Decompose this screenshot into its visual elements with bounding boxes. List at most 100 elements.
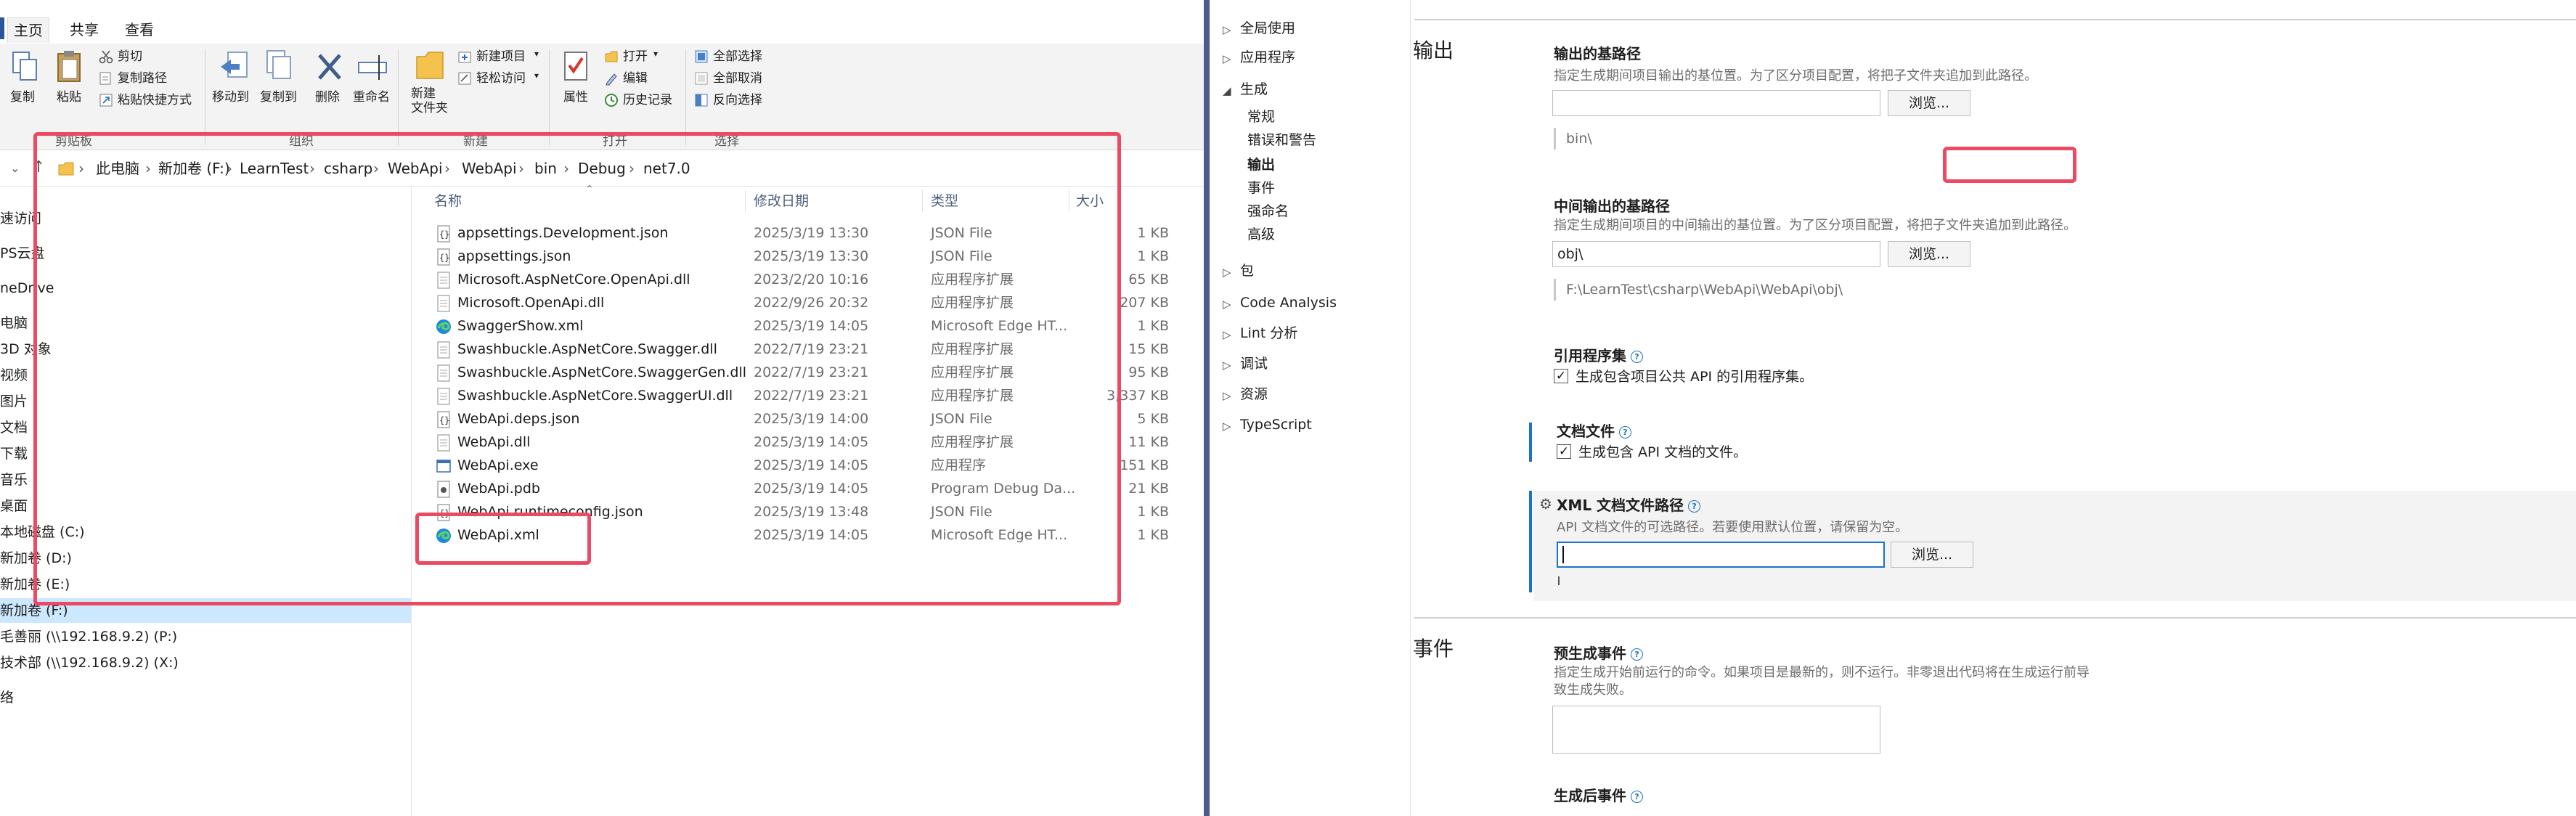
info-icon[interactable]: ? (1631, 648, 1643, 661)
expand-arrow-icon[interactable]: ▷ (1223, 52, 1231, 65)
tree-item-package[interactable]: 包 (1240, 264, 1254, 278)
nav-item[interactable]: 文档 (0, 415, 411, 440)
browse-button[interactable]: 浏览... (1888, 241, 1970, 267)
open-button[interactable]: 打开 (623, 51, 648, 63)
nav-item[interactable]: 3D 对象 (0, 337, 411, 362)
file-row[interactable]: {} WebApi.deps.json 2025/3/19 14:00 JSON Fi… (428, 408, 1169, 431)
address-bar[interactable]: ⌄ ↑ › 此电脑 › 新加卷 (F:) › LearnTest › cshar… (0, 152, 1204, 187)
move-to-icon[interactable] (218, 49, 250, 84)
breadcrumb-item[interactable]: Debug (578, 161, 626, 176)
column-header-type[interactable]: 类型 (931, 195, 958, 208)
tree-item-events[interactable]: 事件 (1247, 181, 1275, 195)
properties-button[interactable]: 属性 (563, 91, 588, 104)
tree-item-global[interactable]: 全局使用 (1240, 22, 1295, 36)
file-row[interactable]: {} appsettings.json 2025/3/19 13:30 JSON Fi… (428, 245, 1169, 269)
nav-item[interactable]: 新加卷 (E:) (0, 572, 411, 597)
expand-arrow-icon[interactable]: ▷ (1223, 420, 1231, 433)
nav-item[interactable]: neDrive (0, 276, 411, 301)
column-header-name[interactable]: 名称 (434, 195, 462, 208)
properties-icon[interactable] (562, 49, 590, 83)
file-row[interactable]: WebApi.xml 2025/3/19 14:05 Microsoft Edge … (428, 524, 1169, 547)
file-row[interactable]: WebApi.exe 2025/3/19 14:05 应用程序 151 KB (428, 454, 1169, 478)
file-row[interactable]: Microsoft.AspNetCore.OpenApi.dll 2023/2/2… (428, 269, 1169, 292)
nav-item[interactable]: 新加卷 (D:) (0, 546, 411, 571)
file-menu-tab[interactable] (0, 17, 4, 39)
select-none-button[interactable]: 全部取消 (713, 73, 762, 85)
file-row[interactable]: WebApi.pdb 2025/3/19 14:05 Program Debug D… (428, 478, 1169, 501)
select-all-button[interactable]: 全部选择 (713, 51, 762, 63)
edit-button[interactable]: 编辑 (623, 73, 648, 85)
nav-item[interactable]: 络 (0, 685, 411, 710)
tree-item-advanced[interactable]: 高级 (1247, 228, 1275, 242)
file-row[interactable]: Swashbuckle.AspNetCore.SwaggerGen.dll 202… (428, 362, 1169, 385)
nav-item[interactable]: 本地磁盘 (C:) (0, 520, 411, 544)
breadcrumb-item[interactable]: WebApi (462, 161, 517, 176)
tree-item-output[interactable]: 输出 (1247, 158, 1275, 172)
collapse-arrow-icon[interactable]: ◢ (1223, 84, 1231, 97)
nav-item[interactable]: 桌面 (0, 494, 411, 518)
copy-icon[interactable] (12, 51, 39, 83)
copy-button[interactable]: 复制 (10, 91, 35, 104)
breadcrumb-item[interactable]: LearnTest (240, 161, 309, 176)
nav-item[interactable]: 图片 (0, 389, 411, 414)
xml-path-input[interactable] (1557, 542, 1885, 568)
column-header-date[interactable]: 修改日期 (754, 195, 809, 208)
delete-icon[interactable] (315, 51, 344, 83)
nav-item[interactable]: PS云盘 (0, 241, 411, 266)
column-header-size[interactable]: 大小 (1076, 195, 1104, 208)
info-icon[interactable]: ? (1688, 500, 1701, 513)
base-output-input[interactable] (1552, 90, 1880, 116)
copy-path-button[interactable]: 复制路径 (118, 73, 167, 85)
up-arrow-icon[interactable]: ↑ (32, 160, 45, 176)
tab-view[interactable]: 查看 (119, 17, 160, 42)
rename-button[interactable]: 重命名 (353, 91, 390, 104)
tree-item-errors[interactable]: 错误和警告 (1247, 134, 1316, 147)
tab-home[interactable]: 主页 (7, 17, 49, 43)
cut-button[interactable]: 剪切 (118, 51, 142, 63)
copy-to-icon[interactable] (263, 49, 295, 84)
tree-item-code-analysis[interactable]: Code Analysis (1240, 296, 1337, 310)
rename-icon[interactable] (357, 51, 389, 83)
new-folder-icon[interactable] (415, 49, 444, 81)
expand-arrow-icon[interactable]: ▷ (1223, 23, 1231, 36)
file-row[interactable]: {} WebApi.runtimeconfig.json 2025/3/19 13:… (428, 501, 1169, 524)
expand-arrow-icon[interactable]: ▷ (1223, 328, 1231, 341)
move-to-button[interactable]: 移动到 (212, 91, 249, 104)
breadcrumb-item[interactable]: WebApi (388, 161, 443, 176)
invert-selection-button[interactable]: 反向选择 (713, 94, 762, 107)
nav-item[interactable]: 下载 (0, 441, 411, 466)
tree-item-debug[interactable]: 调试 (1240, 357, 1268, 371)
tree-item-application[interactable]: 应用程序 (1240, 51, 1295, 65)
chevron-down-icon[interactable]: ▾ (653, 49, 658, 58)
file-row[interactable]: WebApi.dll 2025/3/19 14:05 应用程序扩展 11 KB (428, 431, 1169, 454)
history-button[interactable]: 历史记录 (623, 94, 672, 107)
prebuild-textarea[interactable] (1552, 706, 1880, 754)
doc-file-checkbox[interactable]: ✓ (1557, 444, 1571, 459)
nav-item[interactable]: 毛善丽 (\\192.168.9.2) (P:) (0, 624, 411, 649)
paste-button[interactable]: 粘贴 (57, 91, 81, 104)
breadcrumb-item[interactable]: bin (534, 161, 557, 176)
file-row[interactable]: Microsoft.OpenApi.dll 2022/9/26 20:32 应用程序… (428, 292, 1169, 315)
tab-share[interactable]: 共享 (64, 17, 105, 42)
tree-item-typescript[interactable]: TypeScript (1240, 418, 1312, 432)
breadcrumb-item[interactable]: 此电脑 (96, 161, 139, 176)
paste-icon[interactable] (57, 49, 83, 84)
tree-item-lint[interactable]: Lint 分析 (1240, 327, 1297, 340)
nav-item-selected[interactable]: 新加卷 (F:) (0, 598, 411, 623)
nav-item[interactable]: 速访问 (0, 206, 411, 231)
info-icon[interactable]: ? (1631, 351, 1643, 363)
tree-item-general[interactable]: 常规 (1247, 110, 1275, 124)
new-item-button[interactable]: 新建项目 (476, 51, 526, 63)
file-row[interactable]: SwaggerShow.xml 2025/3/19 14:05 Microsoft … (428, 315, 1169, 338)
ref-assembly-checkbox[interactable]: ✓ (1554, 369, 1568, 383)
easy-access-button[interactable]: 轻松访问 (476, 73, 526, 85)
expand-arrow-icon[interactable]: ▷ (1223, 359, 1231, 372)
expand-arrow-icon[interactable]: ▷ (1223, 389, 1231, 402)
browse-button[interactable]: 浏览... (1888, 90, 1970, 116)
file-row[interactable]: Swashbuckle.AspNetCore.Swagger.dll 2022/7… (428, 338, 1169, 362)
chevron-down-icon[interactable]: ▾ (534, 49, 539, 58)
new-folder-button[interactable]: 新建 文件夹 (411, 86, 448, 115)
nav-item[interactable]: 视频 (0, 363, 411, 388)
delete-button[interactable]: 删除 (315, 91, 340, 104)
chevron-down-icon[interactable]: ⌄ (10, 163, 20, 174)
